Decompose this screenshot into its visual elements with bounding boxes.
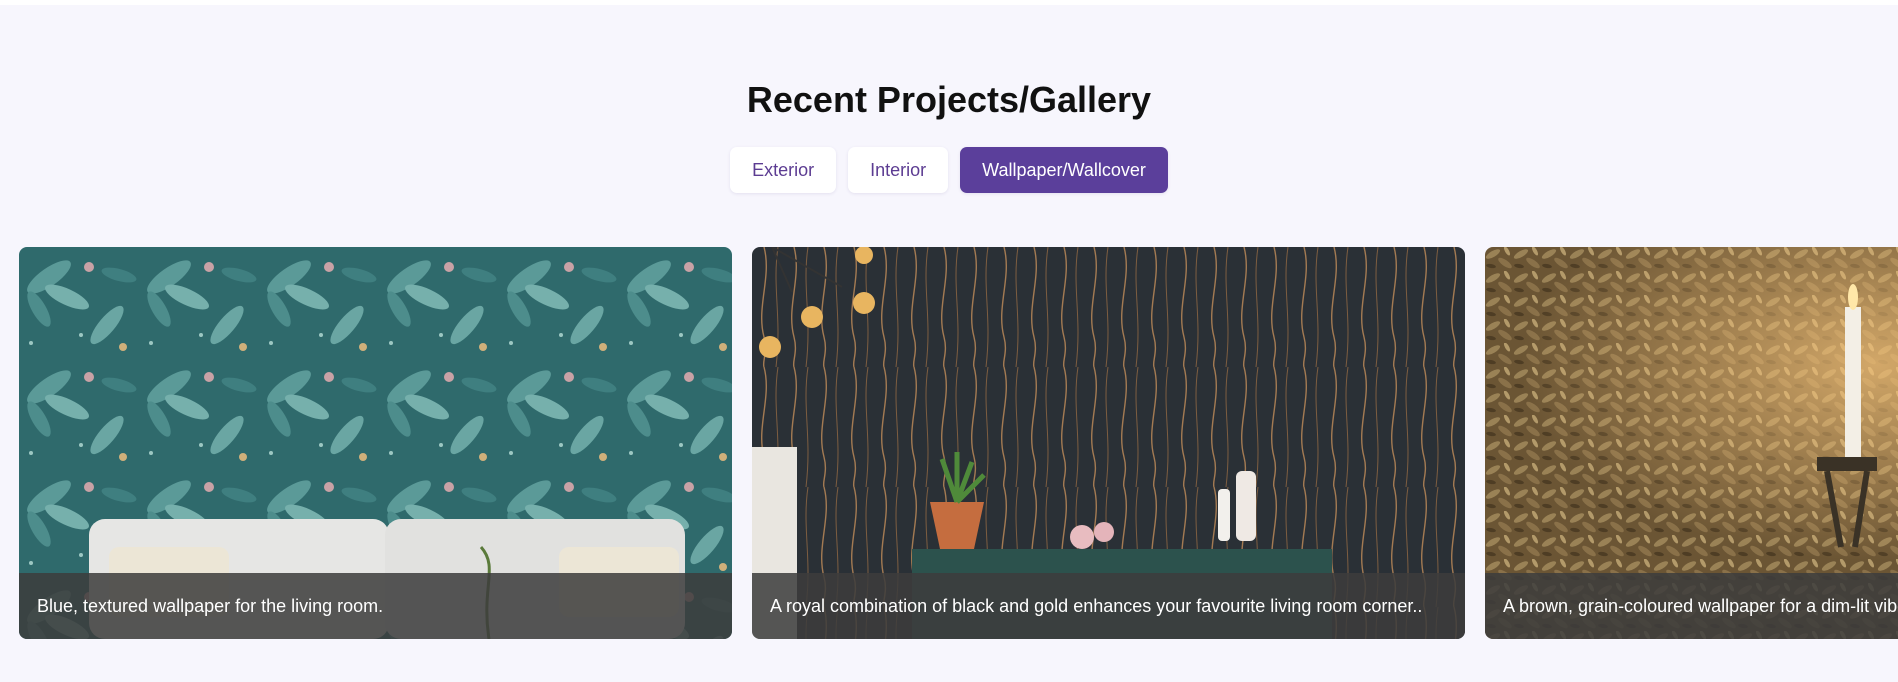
filter-exterior-button[interactable]: Exterior bbox=[730, 147, 837, 193]
card-caption: Blue, textured wallpaper for the living … bbox=[37, 595, 384, 616]
card-caption: A brown, grain-coloured wallpaper for a … bbox=[1503, 595, 1898, 616]
filter-interior-button[interactable]: Interior bbox=[848, 147, 949, 193]
card-caption: A royal combination of black and gold en… bbox=[770, 595, 1423, 616]
gallery-title: Recent Projects/Gallery bbox=[746, 79, 1152, 120]
gallery-card[interactable]: A brown, grain-coloured wallpaper for a … bbox=[1485, 247, 1898, 639]
gallery-filter-tabs: Exterior Interior Wallpaper/Wallcover bbox=[0, 147, 1898, 193]
card-caption-bar: Blue, textured wallpaper for the living … bbox=[19, 573, 732, 639]
card-caption-bar: A royal combination of black and gold en… bbox=[752, 573, 1465, 639]
gallery-section: Recent Projects/Gallery Exterior Interio… bbox=[0, 5, 1898, 682]
gallery-card[interactable]: Blue, textured wallpaper for the living … bbox=[19, 247, 732, 639]
filter-wallpaper-button[interactable]: Wallpaper/Wallcover bbox=[960, 147, 1168, 193]
gallery-card[interactable]: A royal combination of black and gold en… bbox=[752, 247, 1465, 639]
card-caption-bar: A brown, grain-coloured wallpaper for a … bbox=[1485, 573, 1898, 639]
